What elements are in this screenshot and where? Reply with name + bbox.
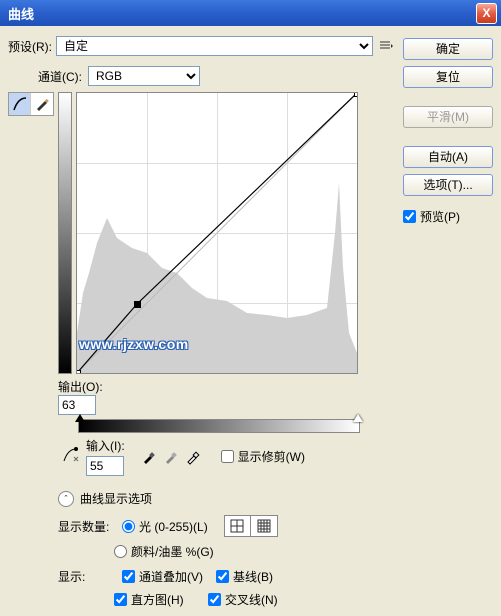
dialog-body: 预设(R): 自定 通道(C): RGB: [0, 26, 501, 576]
titlebar: 曲线 X: [0, 0, 501, 26]
eyedropper-group: [141, 449, 201, 465]
ok-button[interactable]: 确定: [403, 38, 493, 60]
black-eyedropper-icon[interactable]: [141, 449, 157, 465]
show-row1: 显示: 通道叠加(V) 基线(B): [58, 568, 360, 585]
white-point-slider[interactable]: [353, 414, 363, 422]
curve-main: www.rjzxw.com 输出(O):: [58, 92, 360, 616]
display-count-label: 显示数量:: [58, 518, 114, 535]
pigment-radio[interactable]: [114, 545, 127, 558]
auto-button[interactable]: 自动(A): [403, 146, 493, 168]
channel-select[interactable]: RGB: [88, 66, 200, 86]
display-options-label: 曲线显示选项: [80, 490, 152, 507]
cross-checkbox[interactable]: [208, 593, 221, 606]
input-tool-icon[interactable]: [60, 443, 82, 468]
grid-size-buttons: [224, 515, 278, 537]
input-input[interactable]: [86, 456, 124, 476]
curve-tool-column: [8, 92, 54, 616]
reset-button[interactable]: 复位: [403, 66, 493, 88]
display-options-toggle[interactable]: ˆ 曲线显示选项: [58, 490, 360, 507]
horizontal-gradient-bar[interactable]: [78, 419, 360, 433]
histogram-label: 直方图(H): [131, 591, 184, 608]
channel-row: 通道(C): RGB: [8, 66, 395, 86]
curve-graph[interactable]: www.rjzxw.com: [76, 92, 358, 374]
right-column: 确定 复位 平滑(M) 自动(A) 选项(T)... 预览(P): [403, 36, 493, 568]
channel-overlay-label: 通道叠加(V): [139, 568, 203, 585]
curve-point-start[interactable]: [76, 370, 81, 374]
grid-fine-button[interactable]: [251, 516, 277, 536]
close-icon: X: [482, 6, 490, 20]
cross-label: 交叉线(N): [225, 591, 278, 608]
input-label: 输入(I):: [86, 437, 125, 454]
light-radio[interactable]: [122, 520, 135, 533]
input-row: 输入(I): 显示修剪(W): [58, 437, 360, 476]
point-curve-tool[interactable]: [9, 93, 31, 115]
channel-overlay-checkbox[interactable]: [122, 570, 135, 583]
display-count-row: 显示数量: 光 (0-255)(L): [58, 515, 360, 537]
baseline-label: 基线(B): [233, 568, 273, 585]
options-button[interactable]: 选项(T)...: [403, 174, 493, 196]
output-label: 输出(O):: [58, 378, 103, 395]
show-label: 显示:: [58, 568, 114, 585]
curve-point-end[interactable]: [354, 92, 358, 97]
preview-label: 预览(P): [420, 208, 460, 225]
preset-menu-icon[interactable]: [377, 37, 395, 55]
baseline-checkbox[interactable]: [216, 570, 229, 583]
close-button[interactable]: X: [476, 3, 497, 24]
pigment-radio-label: 颜料/油墨 %(G): [131, 543, 214, 560]
grid-coarse-button[interactable]: [225, 516, 251, 536]
smooth-button[interactable]: 平滑(M): [403, 106, 493, 128]
collapse-icon: ˆ: [58, 491, 74, 507]
show-row2: 直方图(H) 交叉线(N): [58, 591, 360, 608]
vertical-gradient-bar: [58, 92, 72, 374]
histogram-checkbox[interactable]: [114, 593, 127, 606]
gray-eyedropper-icon[interactable]: [163, 449, 179, 465]
left-column: 预设(R): 自定 通道(C): RGB: [8, 36, 395, 568]
preview-checkbox[interactable]: [403, 210, 416, 223]
output-input[interactable]: [58, 395, 96, 415]
horizontal-gradient-row: [58, 419, 360, 433]
window-title: 曲线: [4, 4, 476, 23]
curve-area: www.rjzxw.com 输出(O):: [8, 92, 395, 616]
preset-label: 预设(R):: [8, 38, 52, 55]
show-clip-label: 显示修剪(W): [238, 448, 305, 465]
preset-row: 预设(R): 自定: [8, 36, 395, 56]
watermark-text: www.rjzxw.com: [79, 336, 189, 352]
show-clip-checkbox[interactable]: [221, 450, 234, 463]
preset-select[interactable]: 自定: [56, 36, 373, 56]
white-eyedropper-icon[interactable]: [185, 449, 201, 465]
curve-point-selected[interactable]: [134, 301, 141, 308]
display-count-row2: 颜料/油墨 %(G): [58, 543, 360, 560]
curve-line: [77, 93, 357, 373]
black-point-slider[interactable]: [75, 414, 85, 422]
pencil-curve-tool[interactable]: [31, 93, 53, 115]
channel-label: 通道(C):: [38, 68, 82, 85]
curve-tool-buttons: [8, 92, 54, 116]
light-radio-label: 光 (0-255)(L): [139, 518, 208, 535]
